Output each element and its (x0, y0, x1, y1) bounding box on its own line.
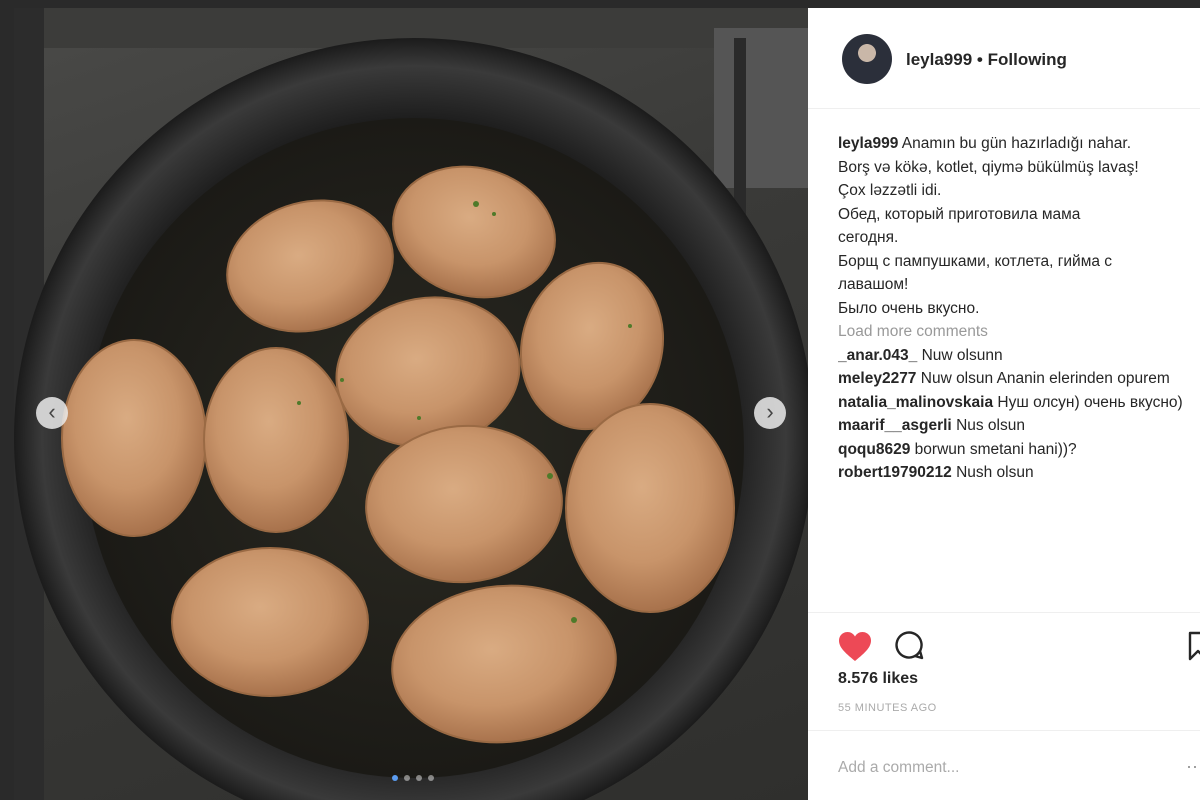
comment-username[interactable]: qoqu8629 (838, 441, 910, 458)
post-photo: ‹ › (14, 8, 808, 800)
following-button[interactable]: Following (988, 50, 1067, 69)
carousel-dot (428, 775, 434, 781)
comment-text: Nus olsun (956, 417, 1025, 434)
previous-photo-button[interactable]: ‹ (36, 397, 68, 429)
caption-line: сегодня. (838, 229, 899, 246)
add-comment-section: ⋯ (808, 730, 1200, 800)
bookmark-icon[interactable] (1188, 631, 1200, 661)
frying-pan-photo (14, 8, 808, 800)
caption-line: Борщ с пампушками, котлета, гийма с (838, 252, 1113, 270)
comment-username[interactable]: maarif__asgerli (838, 417, 952, 434)
caption-line: Çox ləzzətli idi. (838, 182, 942, 199)
comments-list[interactable]: leyla999 Anamın bu gün hazırladığı nahar… (838, 132, 1200, 610)
post-header: leyla999 • Following (808, 8, 1200, 109)
author-username[interactable]: leyla999 (906, 50, 972, 69)
caption-line: Borş və kökə, kotlet, qiymə bükülmüş lav… (838, 158, 1139, 176)
action-bar (808, 612, 1200, 673)
header-line: leyla999 • Following (906, 50, 1067, 70)
caption-username[interactable]: leyla999 (838, 135, 898, 152)
caption-line: лавашом! (838, 276, 909, 293)
comment: qoqu8629 borwun smetani hani))? (838, 438, 1200, 462)
carousel-dot (392, 775, 398, 781)
comment: natalia_malinovskaia Нуш олсун) очень вк… (838, 391, 1200, 415)
comment: maarif__asgerli Nus olsun (838, 414, 1200, 438)
comment-text: Nuw olsun Ananin elerinden opurem (920, 370, 1170, 387)
comment: _anar.043_ Nuw olsunn (838, 344, 1200, 368)
instagram-post-window: ‹ › leyla999 • Following leyla999 Anamın… (0, 0, 1200, 800)
more-options-icon[interactable]: ⋯ (1186, 757, 1200, 778)
chevron-right-icon: › (766, 399, 774, 424)
comment-text: Nush olsun (956, 464, 1034, 481)
caption-line: Anamın bu gün hazırladığı nahar. (901, 135, 1132, 152)
comment-username[interactable]: _anar.043_ (838, 347, 917, 364)
caption-line: Было очень вкусно. (838, 299, 980, 317)
avatar[interactable] (842, 34, 892, 84)
comment-username[interactable]: natalia_malinovskaia (838, 394, 993, 411)
carousel-dot (404, 775, 410, 781)
carousel-indicator (392, 775, 434, 781)
comment-text: Nuw olsunn (921, 346, 1003, 364)
carousel-dot (416, 775, 422, 781)
post-timestamp: 55 MINUTES AGO (838, 702, 937, 714)
comment: robert19790212 Nush olsun (838, 461, 1200, 485)
add-comment-input[interactable] (836, 753, 1170, 783)
comment-bubble-icon[interactable] (894, 630, 924, 660)
likes-count[interactable]: 8.576 likes (838, 670, 918, 688)
header-separator: • (976, 50, 983, 69)
caption: leyla999 Anamın bu gün hazırladığı nahar… (838, 132, 1200, 320)
post-sidebar: leyla999 • Following leyla999 Anamın bu … (808, 8, 1200, 800)
comment-username[interactable]: robert19790212 (838, 464, 952, 481)
comment-text: Нуш олсун) очень вкусно) (997, 393, 1183, 411)
comment-text: borwun smetani hani))? (914, 440, 1077, 458)
next-photo-button[interactable]: › (754, 397, 786, 429)
chevron-left-icon: ‹ (48, 399, 56, 424)
caption-line: Обед, который приготовила мама (838, 205, 1081, 223)
comment-username[interactable]: meley2277 (838, 370, 916, 387)
heart-icon[interactable] (838, 631, 872, 663)
comment: meley2277 Nuw olsun Ananin elerinden opu… (838, 367, 1200, 391)
load-more-comments-link[interactable]: Load more comments (838, 320, 1200, 344)
